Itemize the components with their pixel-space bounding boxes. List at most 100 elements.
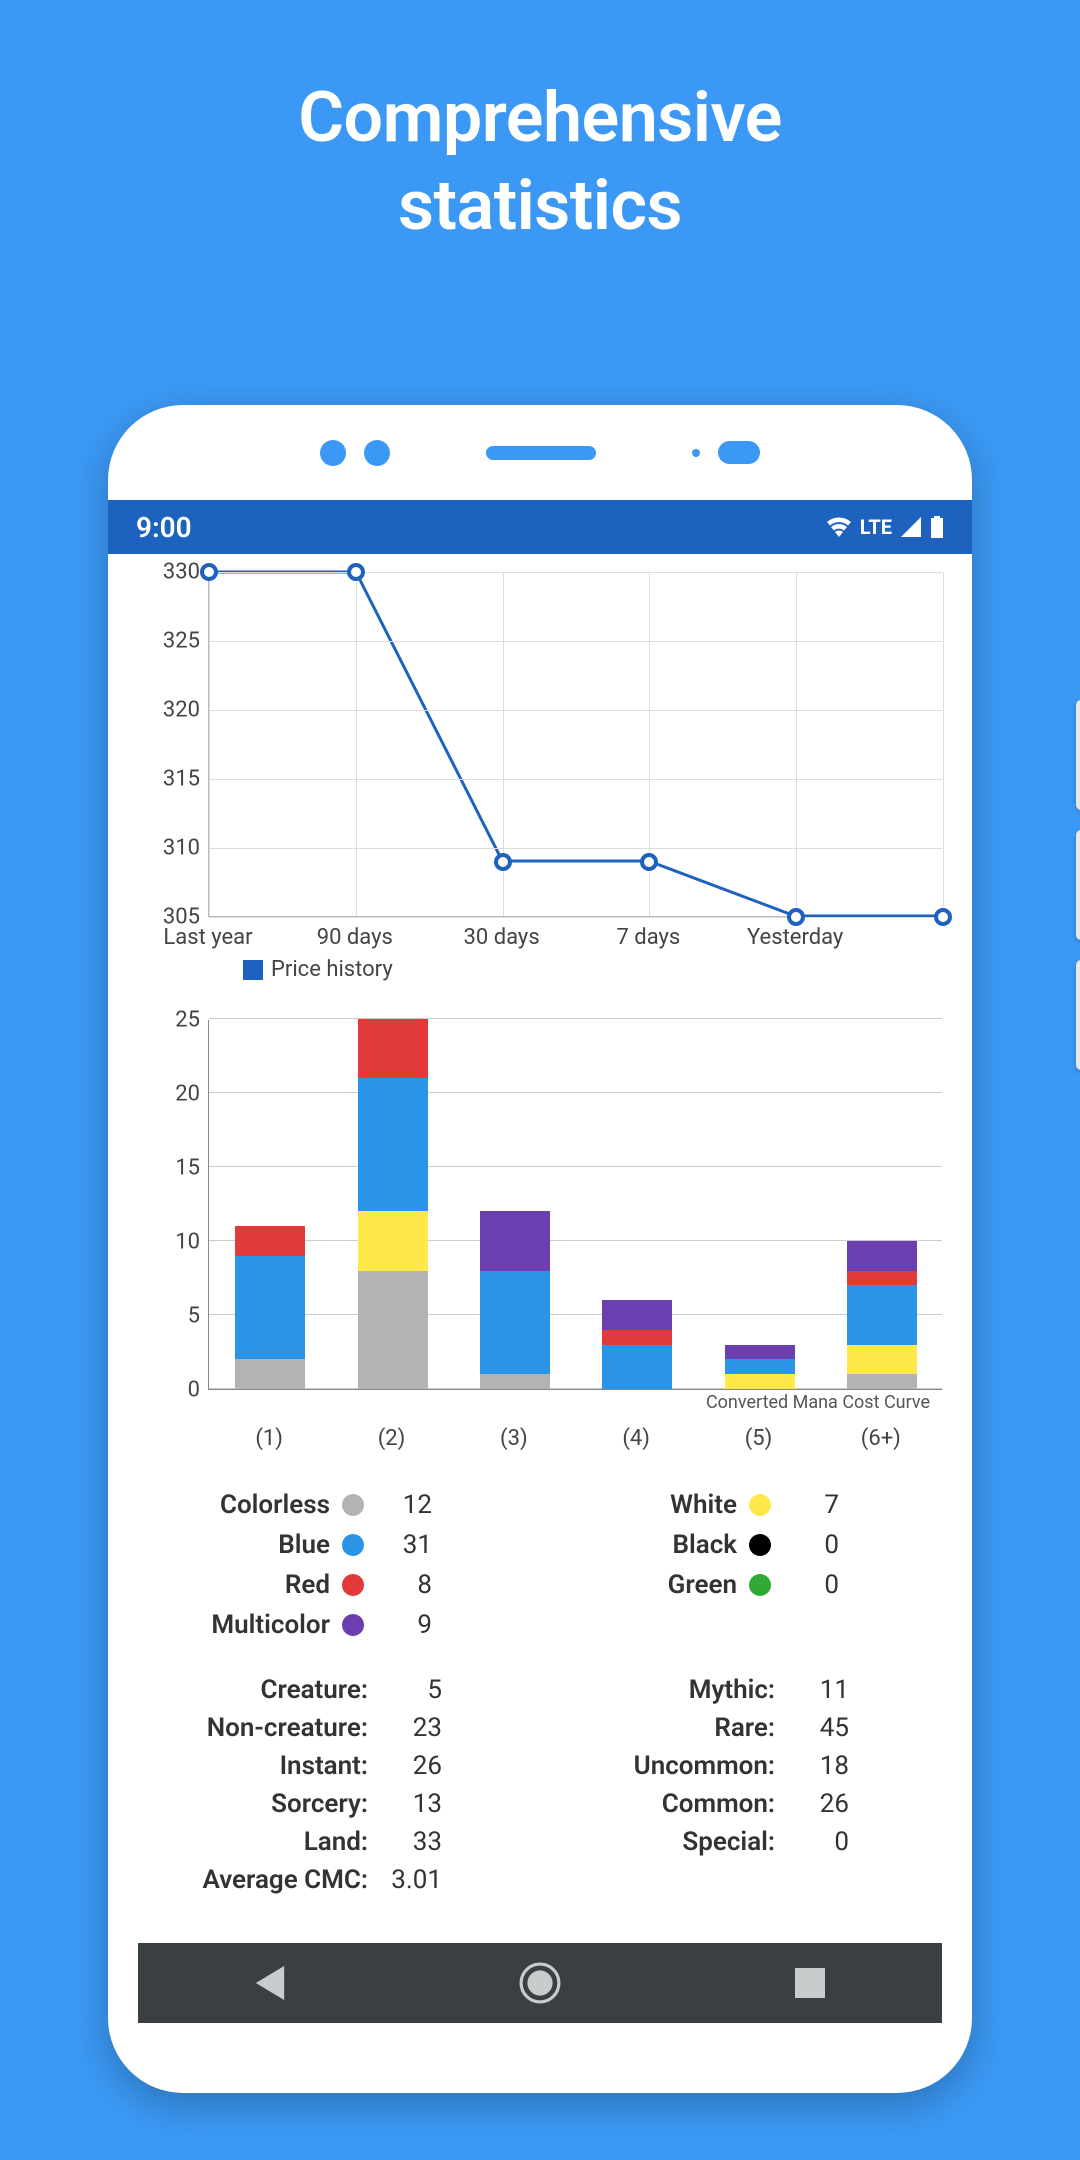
stat-label: Common: — [555, 1789, 785, 1819]
bar-segment — [725, 1374, 795, 1389]
color-totals-table: Colorless12Blue31Red8Multicolor9 White7B… — [128, 1485, 952, 1645]
mana-curve-chart: Converted Mana Cost Curve 0510152025(1)(… — [128, 1015, 952, 1475]
bar-segment — [847, 1285, 917, 1344]
bar-segment — [847, 1374, 917, 1389]
stat-row: Creature:5 — [148, 1671, 525, 1709]
y-tick-label: 330 — [128, 560, 200, 585]
bar-segment — [480, 1374, 550, 1389]
bar-segment — [358, 1211, 428, 1270]
type-stats-right: Mythic:11Rare:45Uncommon:18Common:26Spec… — [555, 1671, 932, 1899]
status-right: LTE — [826, 515, 944, 539]
stat-value: 3.01 — [378, 1865, 468, 1895]
stat-label: Non-creature: — [148, 1713, 378, 1743]
color-label: Multicolor — [148, 1610, 338, 1640]
bar-segment — [602, 1330, 672, 1345]
color-value: 31 — [368, 1530, 458, 1560]
type-stats-table: Creature:5Non-creature:23Instant:26Sorce… — [128, 1671, 952, 1899]
promo-line1: Comprehensive — [0, 75, 1080, 163]
stat-row: Common:26 — [555, 1785, 932, 1823]
phone-frame: 9:00 LTE Price history 30531031532032533… — [108, 405, 972, 2093]
stat-value: 26 — [785, 1789, 875, 1819]
bar-segment — [480, 1211, 550, 1270]
stat-value: 18 — [785, 1751, 875, 1781]
sensor-dot-icon — [364, 440, 390, 466]
data-point — [934, 908, 952, 926]
bar-column — [602, 1300, 672, 1389]
bar-column — [358, 1019, 428, 1389]
promo-title: Comprehensive statistics — [0, 0, 1080, 250]
price-line-path — [209, 572, 942, 916]
y-tick-label: 310 — [128, 836, 200, 861]
stat-label: Land: — [148, 1827, 378, 1857]
x-tick-label: 90 days — [317, 925, 393, 950]
color-swatch-icon — [342, 1534, 364, 1556]
bar-column — [725, 1345, 795, 1389]
color-total-row: Green0 — [555, 1565, 932, 1605]
camera-pill-icon — [718, 441, 760, 464]
x-tick-label: (5) — [745, 1426, 773, 1451]
stat-label: Special: — [555, 1827, 785, 1857]
y-tick-label: 25 — [128, 1008, 200, 1033]
back-button[interactable] — [255, 1966, 285, 2000]
stat-label: Instant: — [148, 1751, 378, 1781]
color-swatch-icon — [749, 1574, 771, 1596]
stat-label: Uncommon: — [555, 1751, 785, 1781]
phone-side-button — [1076, 700, 1080, 810]
color-label: White — [555, 1490, 745, 1520]
color-total-row: Blue31 — [148, 1525, 525, 1565]
data-point — [200, 563, 218, 581]
line-plot-area — [208, 572, 942, 917]
bar-segment — [480, 1271, 550, 1375]
x-tick-label: (3) — [500, 1426, 528, 1451]
sensor-dot-icon — [320, 440, 346, 466]
status-time: 9:00 — [136, 511, 192, 544]
color-value: 0 — [775, 1530, 865, 1560]
stat-label: Sorcery: — [148, 1789, 378, 1819]
data-point — [787, 908, 805, 926]
color-swatch-icon — [342, 1494, 364, 1516]
stat-value: 23 — [378, 1713, 468, 1743]
stat-row: Uncommon:18 — [555, 1747, 932, 1785]
stat-row: Mythic:11 — [555, 1671, 932, 1709]
y-tick-label: 320 — [128, 698, 200, 723]
promo-line2: statistics — [0, 163, 1080, 251]
home-button[interactable] — [519, 1962, 561, 2004]
color-value: 8 — [368, 1570, 458, 1600]
status-bar: 9:00 LTE — [108, 500, 972, 554]
stat-row: Rare:45 — [555, 1709, 932, 1747]
stat-row: Sorcery:13 — [148, 1785, 525, 1823]
bar-plot-area: Converted Mana Cost Curve — [208, 1020, 942, 1390]
signal-icon — [900, 517, 922, 537]
color-value: 9 — [368, 1610, 458, 1640]
stat-value: 45 — [785, 1713, 875, 1743]
bar-chart-title: Converted Mana Cost Curve — [706, 1392, 930, 1413]
bar-segment — [847, 1241, 917, 1271]
color-label: Colorless — [148, 1490, 338, 1520]
price-history-chart: Price history 305310315320325330Last yea… — [128, 562, 952, 987]
bar-column — [480, 1211, 550, 1389]
stat-row: Non-creature:23 — [148, 1709, 525, 1747]
bar-segment — [725, 1345, 795, 1360]
battery-icon — [930, 516, 944, 538]
color-swatch-icon — [342, 1574, 364, 1596]
color-value: 7 — [775, 1490, 865, 1520]
bar-column — [847, 1241, 917, 1389]
x-tick-label: (6+) — [861, 1426, 901, 1451]
bar-segment — [235, 1359, 305, 1389]
color-swatch-icon — [749, 1494, 771, 1516]
android-nav-bar — [138, 1943, 942, 2023]
recents-button[interactable] — [795, 1968, 825, 1998]
y-tick-label: 0 — [128, 1378, 200, 1403]
x-tick-label: 7 days — [616, 925, 680, 950]
color-value: 12 — [368, 1490, 458, 1520]
stat-row: Land:33 — [148, 1823, 525, 1861]
stat-label: Average CMC: — [148, 1865, 378, 1895]
color-label: Green — [555, 1570, 745, 1600]
color-totals-right: White7Black0Green0 — [555, 1485, 932, 1645]
x-tick-label: (1) — [255, 1426, 283, 1451]
color-total-row: Colorless 12 — [148, 1485, 525, 1525]
stat-label: Creature: — [148, 1675, 378, 1705]
bar-segment — [235, 1226, 305, 1256]
data-point — [640, 853, 658, 871]
y-tick-label: 20 — [128, 1082, 200, 1107]
